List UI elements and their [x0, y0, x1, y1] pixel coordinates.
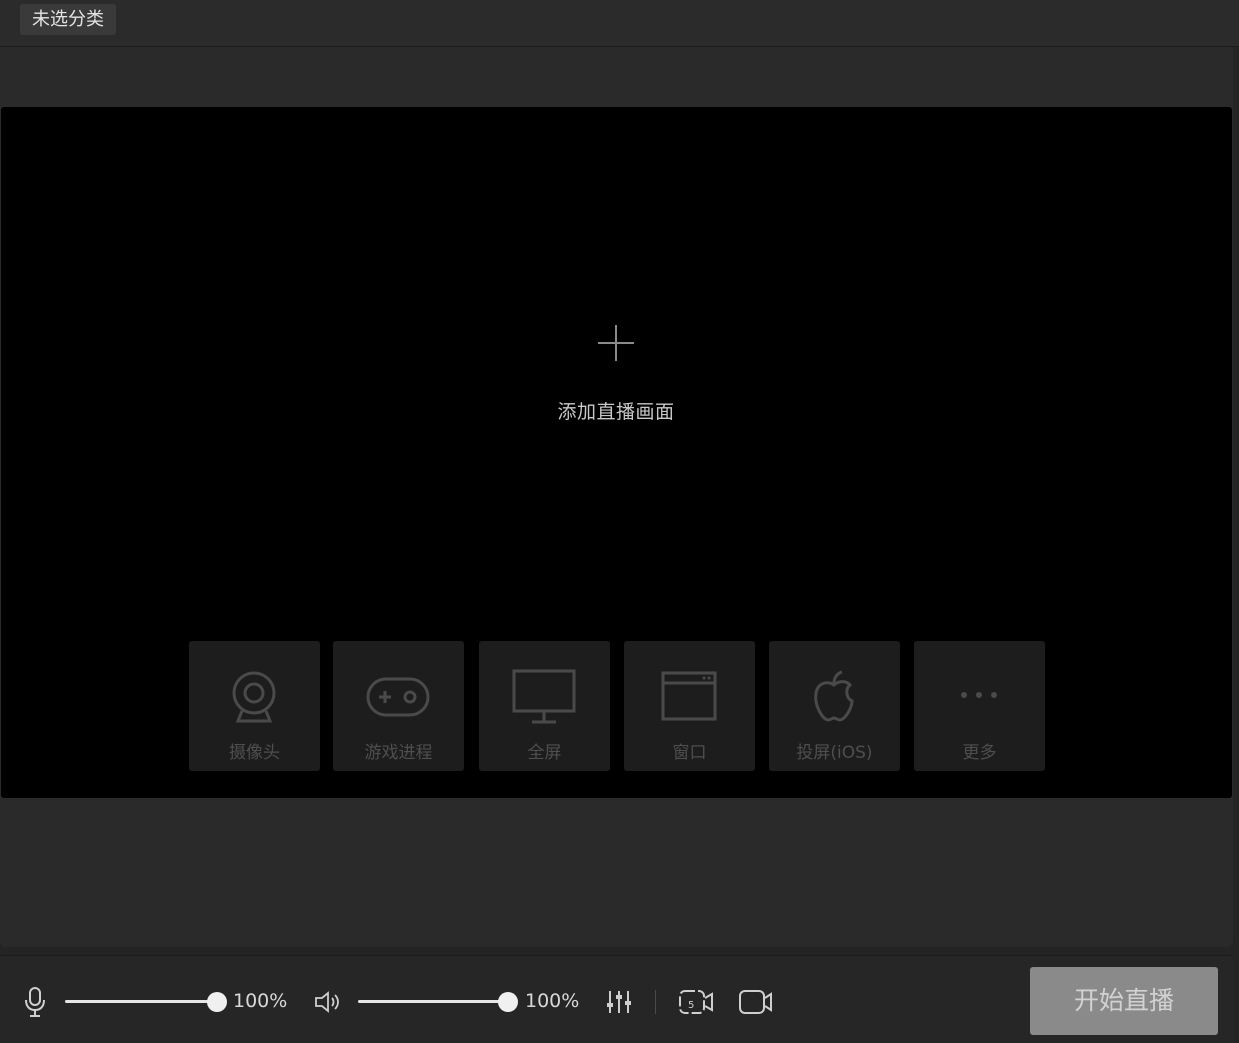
top-bar: 未选分类	[0, 0, 1239, 47]
live-preview-canvas[interactable]: 添加直播画面	[1, 107, 1232, 798]
source-game-process[interactable]: 游戏进程	[333, 641, 464, 771]
microphone-icon[interactable]	[24, 986, 46, 1018]
source-label: 投屏(iOS)	[796, 743, 873, 763]
divider	[655, 990, 656, 1014]
speaker-volume-value: 100%	[525, 990, 580, 1012]
add-scene-button[interactable]: 添加直播画面	[541, 325, 691, 435]
source-label: 游戏进程	[364, 743, 433, 763]
source-more[interactable]: 更多	[914, 641, 1045, 771]
speaker-icon[interactable]	[314, 990, 342, 1014]
slider-fill	[358, 1000, 508, 1003]
source-label: 摄像头	[229, 743, 280, 763]
speaker-volume-slider[interactable]	[358, 992, 518, 1012]
source-ios-mirror[interactable]: 投屏(iOS)	[769, 641, 900, 771]
gamepad-icon	[366, 677, 430, 717]
source-label: 全屏	[527, 743, 562, 763]
svg-text:5: 5	[688, 1000, 694, 1011]
mixer-icon[interactable]	[606, 989, 632, 1015]
scene-toolbar	[0, 47, 1233, 105]
webcam-icon	[232, 671, 276, 723]
slider-knob[interactable]	[498, 992, 518, 1012]
window-icon	[661, 671, 717, 721]
mic-volume-slider[interactable]	[65, 992, 227, 1012]
source-fullscreen[interactable]: 全屏	[479, 641, 610, 771]
record-camera-icon[interactable]	[738, 988, 774, 1016]
slider-fill	[65, 1000, 217, 1003]
plus-icon	[598, 325, 634, 361]
start-live-button[interactable]: 开始直播	[1030, 967, 1218, 1035]
source-label: 更多	[962, 743, 997, 763]
source-window[interactable]: 窗口	[624, 641, 755, 771]
more-icon	[961, 692, 997, 698]
add-scene-label: 添加直播画面	[557, 401, 675, 423]
mic-volume-value: 100%	[233, 990, 288, 1012]
source-label: 窗口	[672, 743, 707, 763]
category-badge[interactable]: 未选分类	[20, 4, 116, 35]
source-webcam[interactable]: 摄像头	[189, 641, 320, 771]
replay-camera-icon[interactable]: 5	[678, 988, 716, 1016]
monitor-icon	[512, 669, 576, 724]
apple-icon	[814, 670, 854, 722]
slider-knob[interactable]	[207, 992, 227, 1012]
